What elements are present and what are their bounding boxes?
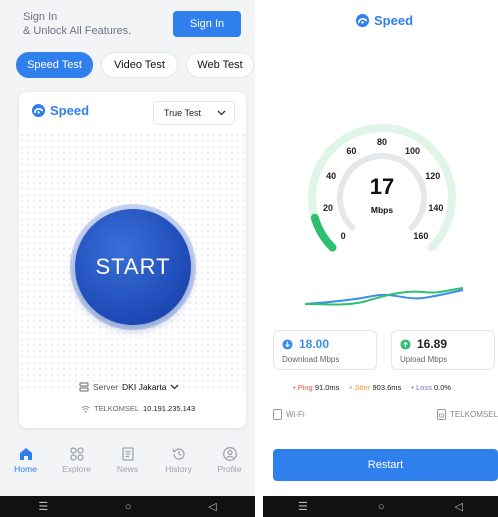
download-label: Download Mbps xyxy=(282,355,340,364)
test-type-tabs: Speed Test Video Test Web Test xyxy=(16,52,254,78)
profile-icon xyxy=(222,447,237,461)
connection-isp: TELKOMSEL xyxy=(436,409,498,420)
connection-info: Wi-Fi TELKOMSEL xyxy=(273,409,498,420)
speed-gauge: 0 20 40 60 80 100 120 140 160 17 Mbps xyxy=(298,122,466,252)
phone-icon xyxy=(273,409,282,420)
news-icon xyxy=(121,447,134,461)
brand-name: Speed xyxy=(50,103,90,118)
speed-test-home-screen: Sign In & Unlock All Features. Sign In S… xyxy=(0,0,255,517)
connection-isp-label: TELKOMSEL xyxy=(449,410,498,419)
nav-explore[interactable]: Explore xyxy=(57,446,97,474)
signin-title: Sign In xyxy=(23,11,58,23)
test-mode-select[interactable]: True Test xyxy=(153,101,235,125)
gauge-tick-label: 160 xyxy=(413,230,429,241)
download-stat: 18.00 Download Mbps xyxy=(273,330,377,370)
menu-icon[interactable]: ☰ xyxy=(298,500,308,513)
home-icon xyxy=(19,448,32,460)
ip-address: 10.191.235.143 xyxy=(143,404,196,413)
nav-explore-label: Explore xyxy=(62,464,91,474)
loss-value: 0.0% xyxy=(433,383,452,392)
upload-stat: 16.89 Upload Mbps xyxy=(391,330,495,370)
speed-test-card: Speed True Test START Server DKI Jakarta… xyxy=(19,92,246,428)
jitter-value: 903.6ms xyxy=(372,383,402,392)
loss-metric: • Loss 0.0% xyxy=(411,383,452,392)
speed-unit: Mbps xyxy=(370,205,394,215)
ping-value: 91.0ms xyxy=(314,383,340,392)
tab-video-test[interactable]: Video Test xyxy=(101,52,178,78)
grid-icon xyxy=(69,447,84,461)
connection-type-label: Wi-Fi xyxy=(286,410,305,419)
nav-history[interactable]: History xyxy=(159,446,199,474)
server-value: DKI Jakarta xyxy=(122,382,167,392)
wifi-icon xyxy=(81,405,90,413)
start-button-ring: START xyxy=(70,204,196,330)
sim-icon xyxy=(436,409,446,420)
nav-history-label: History xyxy=(165,464,192,474)
gauge-tick-label: 80 xyxy=(376,137,387,147)
upload-icon xyxy=(400,338,411,350)
screen-gap xyxy=(255,0,263,517)
loss-label: Loss xyxy=(416,383,432,392)
gauge-outer-active xyxy=(310,213,337,252)
gauge-tick-label: 100 xyxy=(405,146,421,157)
nav-news-label: News xyxy=(116,464,139,474)
brand-logo: Speed xyxy=(31,103,89,118)
speed-value: 17 xyxy=(369,174,395,199)
ping-metric: • Ping 91.0ms xyxy=(293,383,340,392)
speed-graph xyxy=(304,287,464,306)
jitter-label: Jitter xyxy=(354,383,371,392)
isp-info: TELKOMSEL 10.191.235.143 xyxy=(81,404,195,413)
jitter-metric: • Jitter 903.6ms xyxy=(349,383,402,392)
restart-button[interactable]: Restart xyxy=(273,449,498,481)
nav-profile-label: Profile xyxy=(217,464,242,474)
isp-name: TELKOMSEL xyxy=(94,404,140,413)
home-circle-icon[interactable]: ○ xyxy=(125,501,132,513)
chevron-down-icon xyxy=(170,384,179,390)
tab-speed-test[interactable]: Speed Test xyxy=(16,52,93,78)
back-icon[interactable]: ◁ xyxy=(208,500,216,513)
gauge-tick-label: 60 xyxy=(346,146,357,157)
connection-type: Wi-Fi xyxy=(273,409,305,420)
system-nav-bar: ☰ ○ ◁ xyxy=(0,496,255,517)
signin-subtitle: & Unlock All Features. xyxy=(23,25,132,37)
back-icon[interactable]: ◁ xyxy=(455,500,463,513)
gauge-tick-label: 0 xyxy=(340,230,346,241)
upload-label: Upload Mbps xyxy=(400,355,448,364)
upload-value: 16.89 xyxy=(417,337,448,351)
brand-name: Speed xyxy=(374,13,414,28)
nav-news[interactable]: News xyxy=(108,446,148,474)
server-label: Server xyxy=(93,382,119,392)
system-nav-bar: ☰ ○ ◁ xyxy=(263,496,498,517)
menu-icon[interactable]: ☰ xyxy=(38,500,48,513)
server-selector[interactable]: Server DKI Jakarta xyxy=(79,382,179,392)
home-circle-icon[interactable]: ○ xyxy=(378,501,385,513)
brand-logo: Speed xyxy=(355,13,413,28)
test-mode-value: True Test xyxy=(164,108,202,118)
sign-in-button[interactable]: Sign In xyxy=(173,11,241,37)
nav-home[interactable]: Home xyxy=(6,446,46,474)
tab-web-test[interactable]: Web Test xyxy=(186,52,254,78)
bottom-navigation: Home Explore News History Profile xyxy=(0,440,255,490)
signin-prompt: Sign In & Unlock All Features. xyxy=(23,10,131,38)
speed-test-result-screen: Speed 0 20 40 60 80 100 120 140 160 17 Mbps 18.0… xyxy=(263,0,498,517)
download-value: 18.00 xyxy=(299,337,330,351)
download-icon xyxy=(282,338,293,350)
history-icon xyxy=(172,448,185,460)
speed-logo-icon xyxy=(355,13,370,28)
chevron-down-icon xyxy=(217,110,226,116)
nav-home-label: Home xyxy=(14,464,37,474)
start-button[interactable]: START xyxy=(75,209,191,325)
nav-profile[interactable]: Profile xyxy=(210,446,250,474)
speed-logo-icon xyxy=(31,103,46,118)
ping-label: Ping xyxy=(297,383,313,392)
server-icon xyxy=(79,382,89,392)
latency-metrics: • Ping 91.0ms • Jitter 903.6ms • Loss 0.… xyxy=(293,383,451,392)
